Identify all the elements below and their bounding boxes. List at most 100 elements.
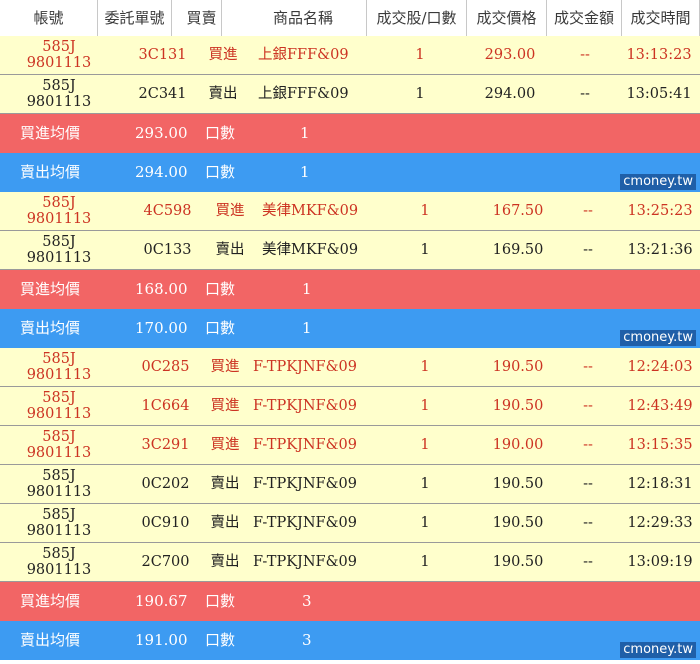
amount: -- (583, 476, 593, 492)
account-number: 9801113 (26, 211, 92, 227)
side-cell: 買進 (210, 437, 240, 453)
order-number: 3C131 (138, 47, 187, 63)
watermark: cmoney.tw (620, 174, 696, 190)
account-code: 585J (42, 351, 76, 367)
price: 167.50 (492, 203, 544, 219)
amount: -- (580, 86, 590, 102)
trade-time: 13:05:41 (626, 86, 692, 102)
trade-time: 12:18:31 (627, 476, 693, 492)
side-cell: 買進 (215, 203, 245, 219)
price: 190.50 (492, 398, 544, 414)
account-cell: 585J 9801113 (0, 465, 118, 504)
order-number: 0C910 (141, 515, 190, 531)
sell-avg-value: 191.00 (135, 631, 188, 649)
price: 190.50 (492, 515, 544, 531)
trade-time: 13:21:36 (627, 242, 693, 258)
buy-summary-row: 買進均價 168.00 口數 1 (0, 270, 700, 309)
sell-summary-row: 賣出均價 170.00 口數 1 cmoney.tw (0, 309, 700, 348)
account-cell: 585J 9801113 (0, 348, 118, 387)
amount: -- (583, 242, 593, 258)
account-code: 585J (42, 234, 76, 250)
buy-avg-label: 買進均價 (20, 280, 81, 298)
account-cell: 585J 9801113 (0, 75, 118, 114)
amount: -- (583, 203, 593, 219)
buy-lots-value: 1 (300, 124, 310, 142)
product-name: F-TPKJNF&09 (253, 359, 357, 375)
table-row[interactable]: 585J 9801113 2C700 賣出 F-TPKJNF&09 1 190.50 -- 13… (0, 543, 700, 582)
table-row[interactable]: 585J 9801113 4C598 買進 美律MKF&09 1 167.50 -- 13:25… (0, 192, 700, 231)
table-row[interactable]: 585J 9801113 0C202 賣出 F-TPKJNF&09 1 190.50 -- 12… (0, 465, 700, 504)
table-row[interactable]: 585J 9801113 1C664 買進 F-TPKJNF&09 1 190.50 -- 12… (0, 387, 700, 426)
account-number: 9801113 (26, 250, 92, 266)
account-code: 585J (42, 507, 76, 523)
side-cell: 賣出 (210, 476, 240, 492)
header-cell[interactable]: 成交時間 (622, 0, 700, 36)
table-row[interactable]: 585J 9801113 2C341 賣出 上銀FFF&09 1 294.00 -- 13:05… (0, 75, 700, 114)
price: 190.00 (492, 437, 544, 453)
account-number: 9801113 (26, 94, 92, 110)
buy-avg-value: 293.00 (135, 124, 188, 142)
amount: -- (583, 515, 593, 531)
account-cell: 585J 9801113 (0, 231, 118, 270)
watermark: cmoney.tw (620, 330, 696, 346)
header-cell[interactable]: 成交金額 (547, 0, 622, 36)
order-number: 3C291 (141, 437, 190, 453)
price: 169.50 (492, 242, 544, 258)
quantity: 1 (420, 203, 430, 219)
amount: -- (583, 398, 593, 414)
quantity: 1 (420, 398, 430, 414)
trade-time: 13:15:35 (627, 437, 693, 453)
quantity: 1 (415, 47, 425, 63)
account-number: 9801113 (26, 406, 92, 422)
table-row[interactable]: 585J 9801113 3C131 買進 上銀FFF&09 1 293.00 -- 13:13… (0, 36, 700, 75)
table-row[interactable]: 585J 9801113 0C910 賣出 F-TPKJNF&09 1 190.50 -- 12… (0, 504, 700, 543)
quantity: 1 (420, 242, 430, 258)
order-number: 2C341 (138, 86, 187, 102)
sell-avg-value: 170.00 (135, 319, 188, 337)
quantity: 1 (420, 437, 430, 453)
header-cell[interactable]: 買賣 (182, 0, 222, 36)
side-cell: 賣出 (210, 515, 240, 531)
header-cell[interactable]: 帳號 (0, 0, 98, 36)
lots-label: 口數 (205, 124, 236, 142)
table-row[interactable]: 585J 9801113 3C291 買進 F-TPKJNF&09 1 190.00 -- 13… (0, 426, 700, 465)
order-number: 4C598 (143, 203, 192, 219)
side-cell: 買進 (208, 47, 238, 63)
header-cell[interactable]: 商品名稱 (240, 0, 367, 36)
header-cell[interactable]: 委託單號 (98, 0, 172, 36)
side-cell: 賣出 (208, 86, 238, 102)
quantity: 1 (420, 359, 430, 375)
buy-summary-row: 買進均價 293.00 口數 1 (0, 114, 700, 153)
price: 190.50 (492, 359, 544, 375)
buy-lots-value: 3 (302, 592, 312, 610)
account-code: 585J (42, 429, 76, 445)
account-cell: 585J 9801113 (0, 192, 118, 231)
product-name: 上銀FFF&09 (258, 47, 349, 63)
account-number: 9801113 (26, 484, 92, 500)
account-cell: 585J 9801113 (0, 387, 118, 426)
product-name: 上銀FFF&09 (258, 86, 349, 102)
account-code: 585J (42, 546, 76, 562)
order-number: 1C664 (141, 398, 190, 414)
trade-time: 13:25:23 (627, 203, 693, 219)
account-number: 9801113 (26, 445, 92, 461)
quantity: 1 (420, 554, 430, 570)
table-row[interactable]: 585J 9801113 0C285 買進 F-TPKJNF&09 1 190.50 -- 12… (0, 348, 700, 387)
trade-time: 13:13:23 (626, 47, 692, 63)
account-cell: 585J 9801113 (0, 543, 118, 582)
order-number: 0C285 (141, 359, 190, 375)
quantity: 1 (420, 476, 430, 492)
side-cell: 賣出 (215, 242, 245, 258)
table-row[interactable]: 585J 9801113 0C133 賣出 美律MKF&09 1 169.50 -- 13:21… (0, 231, 700, 270)
sell-avg-label: 賣出均價 (20, 631, 81, 649)
header-cell[interactable]: 成交價格 (467, 0, 547, 36)
product-name: 美律MKF&09 (262, 203, 359, 219)
product-name: F-TPKJNF&09 (253, 476, 357, 492)
sell-lots-value: 1 (300, 163, 310, 181)
account-number: 9801113 (26, 367, 92, 383)
account-cell: 585J 9801113 (0, 426, 118, 465)
buy-avg-label: 買進均價 (20, 592, 81, 610)
header-cell[interactable]: 成交股/口數 (367, 0, 467, 36)
account-code: 585J (42, 78, 76, 94)
price: 294.00 (484, 86, 536, 102)
